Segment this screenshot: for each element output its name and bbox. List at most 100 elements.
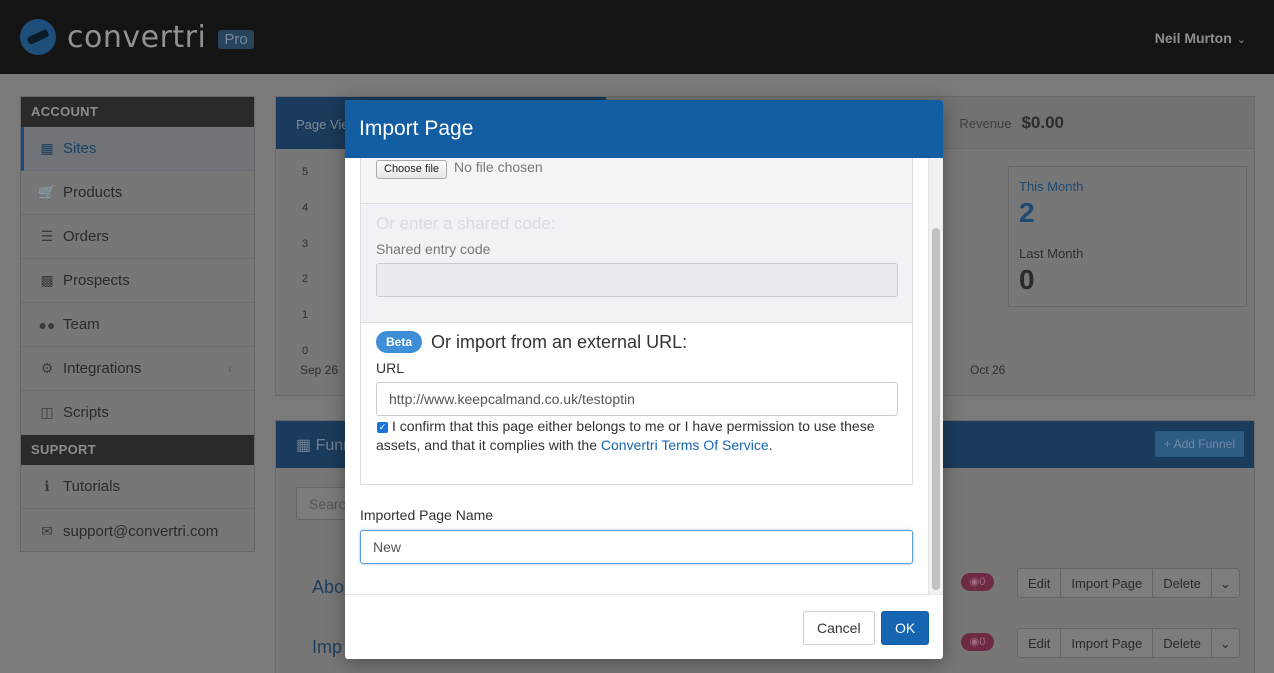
sidebar-item-scripts[interactable]: ◫ Scripts xyxy=(21,391,254,435)
views-count: 0 xyxy=(979,576,986,588)
delete-button[interactable]: Delete xyxy=(1153,629,1212,657)
sidebar-item-prospects[interactable]: ▩ Prospects xyxy=(21,259,254,303)
sidebar-heading-account: ACCOUNT xyxy=(21,97,254,127)
sidebar-item-label: support@convertri.com xyxy=(63,522,219,540)
convertri-logo-icon xyxy=(20,19,56,55)
sidebar-item-support-email[interactable]: ✉ support@convertri.com xyxy=(21,509,254,553)
funnel-title[interactable]: Abo xyxy=(312,577,344,598)
sidebar-item-team[interactable]: ●● Team xyxy=(21,303,254,347)
cogs-icon: ⚙ xyxy=(40,360,54,376)
x-tick-label: Oct 26 xyxy=(970,363,1006,377)
y-tick-label: 5 xyxy=(302,166,309,178)
shared-code-heading: Or enter a shared code: xyxy=(376,214,556,233)
cart-icon: 🛒 xyxy=(38,184,56,200)
delete-button[interactable]: Delete xyxy=(1153,569,1212,597)
monthly-summary: This Month 2 Last Month 0 xyxy=(1008,166,1247,307)
last-month-value: 0 xyxy=(1019,264,1035,295)
y-tick-label: 0 xyxy=(302,345,309,357)
shared-code-input[interactable] xyxy=(376,263,898,297)
imported-page-name-label: Imported Page Name xyxy=(360,507,494,523)
sidebar: ACCOUNT ▦ Sites 🛒 Products ☰ Orders ▩ Pr… xyxy=(20,96,255,552)
y-tick-label: 3 xyxy=(302,238,309,250)
funnel-actions: Edit Import Page Delete ⌄ xyxy=(1017,568,1240,598)
external-url-section: Beta Or import from an external URL: URL… xyxy=(360,323,913,485)
scrollbar-thumb[interactable] xyxy=(932,228,940,590)
sidebar-item-label: Tutorials xyxy=(63,478,120,495)
add-funnel-button[interactable]: + Add Funnel xyxy=(1154,431,1244,457)
views-badge: ◉0 xyxy=(961,573,994,591)
grid-icon: ▦ xyxy=(296,437,316,454)
sidebar-item-products[interactable]: 🛒 Products xyxy=(21,171,254,215)
views-badge: ◉0 xyxy=(961,633,994,651)
grid-icon: ▦ xyxy=(40,140,54,156)
revenue-value: $0.00 xyxy=(1021,113,1064,132)
edit-button[interactable]: Edit xyxy=(1018,629,1062,657)
choose-file-button[interactable]: Choose file xyxy=(376,160,448,179)
sidebar-item-sites[interactable]: ▦ Sites xyxy=(21,127,254,171)
confirm-checkbox[interactable]: ✓ xyxy=(377,422,388,433)
cancel-button[interactable]: Cancel xyxy=(803,611,875,645)
briefcase-icon: ▩ xyxy=(40,272,54,288)
beta-badge: Beta xyxy=(376,331,423,353)
users-icon: ●● xyxy=(38,316,56,333)
plan-badge: Pro xyxy=(218,29,254,49)
import-page-button[interactable]: Import Page xyxy=(1061,569,1154,597)
sidebar-heading-support: SUPPORT xyxy=(21,435,254,465)
funnel-title[interactable]: Imp xyxy=(312,637,342,658)
code-file-icon: ◫ xyxy=(40,404,54,420)
list-icon: ☰ xyxy=(40,228,54,244)
terms-of-service-link[interactable]: Convertri Terms Of Service xyxy=(601,437,769,453)
eye-icon: ◉ xyxy=(969,636,980,648)
sidebar-item-label: Prospects xyxy=(63,272,130,289)
modal-footer: Cancel OK xyxy=(345,594,943,659)
x-tick-label: Sep 26 xyxy=(300,363,339,377)
app-logo[interactable]: convertri Pro xyxy=(20,19,254,55)
y-tick-label: 4 xyxy=(302,202,309,214)
external-url-heading: Or import from an external URL: xyxy=(431,332,688,352)
url-label: URL xyxy=(376,360,405,376)
revenue-label: Revenue xyxy=(959,116,1012,131)
url-input[interactable] xyxy=(376,382,898,416)
revenue-summary: Revenue $0.00 xyxy=(959,113,1064,133)
modal-body: Choose file No file chosen Or enter a sh… xyxy=(345,158,943,594)
y-tick-label: 1 xyxy=(302,309,309,321)
envelope-icon: ✉ xyxy=(41,522,53,539)
import-page-button[interactable]: Import Page xyxy=(1061,629,1154,657)
import-page-modal: Import Page Choose file No file chosen O… xyxy=(345,100,943,659)
views-count: 0 xyxy=(979,636,986,648)
chevron-down-icon[interactable]: ⌄ xyxy=(1212,569,1239,597)
confirm-period: . xyxy=(768,437,773,453)
chevron-down-icon: ⌄ xyxy=(1236,34,1246,46)
funnel-actions: Edit Import Page Delete ⌄ xyxy=(1017,628,1240,658)
sidebar-item-integrations[interactable]: ⚙ Integrations ‹ xyxy=(21,347,254,391)
sidebar-item-orders[interactable]: ☰ Orders xyxy=(21,215,254,259)
user-menu[interactable]: Neil Murton ⌄ xyxy=(1155,30,1246,46)
shared-code-label: Shared entry code xyxy=(376,241,491,257)
chevron-left-icon: ‹ xyxy=(228,361,232,376)
this-month-value: 2 xyxy=(1019,197,1035,228)
edit-button[interactable]: Edit xyxy=(1018,569,1062,597)
no-file-label: No file chosen xyxy=(454,159,543,175)
confirm-text: I confirm that this page either belongs … xyxy=(376,417,891,455)
last-month-label: Last Month xyxy=(1019,246,1084,261)
info-icon: ℹ xyxy=(44,478,50,494)
sidebar-item-label: Integrations xyxy=(63,360,142,377)
y-tick-label: 2 xyxy=(302,273,309,285)
chevron-down-icon[interactable]: ⌄ xyxy=(1212,629,1239,657)
logo-text: convertri xyxy=(67,19,207,55)
file-upload-section: Choose file No file chosen xyxy=(360,158,913,204)
modal-title: Import Page xyxy=(345,100,943,158)
this-month-label: This Month xyxy=(1019,179,1084,194)
sidebar-item-label: Scripts xyxy=(63,404,109,421)
sidebar-item-label: Orders xyxy=(63,228,109,245)
eye-icon: ◉ xyxy=(969,576,980,588)
ok-button[interactable]: OK xyxy=(881,611,930,645)
top-navbar: convertri Pro Neil Murton ⌄ xyxy=(0,0,1274,74)
imported-page-name-input[interactable] xyxy=(360,530,913,564)
user-name: Neil Murton xyxy=(1154,30,1232,46)
shared-code-section: Or enter a shared code: Shared entry cod… xyxy=(360,204,913,323)
sidebar-item-label: Team xyxy=(63,316,100,333)
sidebar-item-label: Sites xyxy=(63,140,97,157)
sidebar-item-label: Products xyxy=(63,184,123,201)
sidebar-item-tutorials[interactable]: ℹ Tutorials xyxy=(21,465,254,509)
